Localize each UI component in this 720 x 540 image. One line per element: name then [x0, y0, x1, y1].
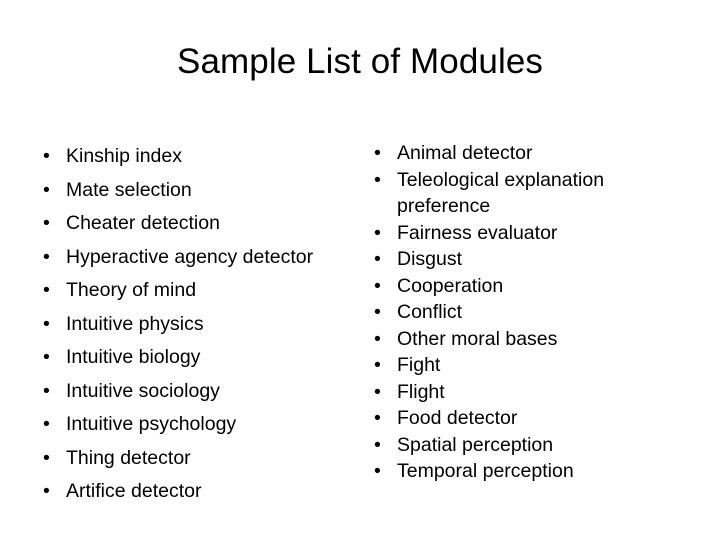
bullet-list-right: • Animal detector • Teleological explanatio… [369, 140, 631, 485]
bullet-point-icon: • [43, 413, 50, 435]
list-item: • Theory of mind [38, 274, 348, 308]
list-item-label: Artifice detector [66, 480, 202, 502]
list-item: • Mate selection [38, 174, 348, 208]
list-item: • Intuitive physics [38, 308, 348, 342]
list-item: • Fairness evaluator [369, 220, 631, 247]
list-item-label: Other moral bases [397, 327, 558, 350]
list-item-label: Intuitive physics [66, 312, 204, 335]
list-item: • Animal detector [369, 140, 631, 167]
list-item: • Disgust [369, 246, 631, 273]
bullet-point-icon: • [43, 178, 50, 201]
bullet-point-icon: • [374, 407, 381, 429]
list-item-label: Theory of mind [66, 279, 197, 301]
bullet-point-icon: • [43, 346, 50, 368]
list-item-label: Thing detector [66, 446, 191, 469]
list-item: • Teleological explanation preference [369, 167, 631, 220]
list-item-label: Animal detector [397, 142, 533, 164]
bullet-point-icon: • [43, 245, 50, 268]
list-item-label: Teleological explanation preference [397, 168, 605, 218]
bullet-point-icon: • [43, 145, 50, 167]
list-item-label: Mate selection [66, 178, 192, 201]
list-item: • Thing detector [38, 442, 348, 476]
bullet-point-icon: • [43, 480, 50, 502]
list-item-label: Conflict [397, 301, 463, 323]
list-item: • Food detector [369, 405, 631, 432]
bullet-point-icon: • [374, 274, 381, 297]
list-item: • Artifice detector [38, 475, 348, 509]
bullet-column-left: • Kinship index • Mate selection • Cheater de… [38, 140, 348, 509]
list-item: • Temporal perception [369, 458, 631, 485]
list-item: • Fight [369, 352, 631, 379]
bullet-list-left: • Kinship index • Mate selection • Cheater de… [38, 140, 348, 509]
list-item: • Other moral bases [369, 326, 631, 353]
list-item: • Flight [369, 379, 631, 406]
slide-body: • Kinship index • Mate selection • Cheater de… [0, 140, 720, 520]
bullet-point-icon: • [43, 446, 50, 469]
list-item-label: Cheater detection [66, 212, 220, 234]
list-item: • Kinship index [38, 140, 348, 174]
list-item-label: Spatial perception [397, 433, 554, 456]
list-item: • Conflict [369, 299, 631, 326]
list-item: • Intuitive sociology [38, 375, 348, 409]
list-item: • Intuitive biology [38, 341, 348, 375]
list-item-label: Intuitive biology [66, 346, 201, 368]
list-item-label: Food detector [397, 407, 518, 429]
bullet-point-icon: • [374, 142, 381, 164]
bullet-point-icon: • [374, 248, 381, 270]
bullet-point-icon: • [43, 279, 50, 301]
list-item-label: Intuitive psychology [66, 413, 237, 435]
list-item-label: Disgust [397, 248, 463, 270]
slide-canvas: Sample List of Modules • Kinship index • Ma… [0, 0, 720, 540]
page-title: Sample List of Modules [177, 42, 543, 81]
bullet-point-icon: • [374, 221, 381, 244]
list-item-label: Intuitive sociology [66, 379, 220, 402]
bullet-point-icon: • [374, 168, 381, 191]
bullet-point-icon: • [374, 460, 381, 482]
bullet-point-icon: • [43, 312, 50, 335]
list-item: • Hyperactive agency detector [38, 241, 348, 275]
list-item: • Cooperation [369, 273, 631, 300]
list-item-label: Cooperation [397, 274, 504, 297]
bullet-point-icon: • [374, 301, 381, 323]
list-item-label: Hyperactive agency detector [66, 245, 314, 268]
bullet-point-icon: • [43, 379, 50, 402]
list-item-label: Kinship index [66, 145, 182, 167]
bullet-point-icon: • [374, 380, 381, 403]
list-item: • Spatial perception [369, 432, 631, 459]
bullet-point-icon: • [43, 212, 50, 234]
list-item: • Intuitive psychology [38, 408, 348, 442]
bullet-point-icon: • [374, 327, 381, 350]
list-item-label: Fight [397, 354, 441, 376]
bullet-point-icon: • [374, 354, 381, 376]
list-item-label: Fairness evaluator [397, 221, 558, 244]
list-item-label: Flight [397, 380, 445, 403]
bullet-point-icon: • [374, 433, 381, 456]
list-item-label: Temporal perception [397, 460, 574, 482]
list-item: • Cheater detection [38, 207, 348, 241]
bullet-column-right: • Animal detector • Teleological explanatio… [369, 140, 631, 485]
